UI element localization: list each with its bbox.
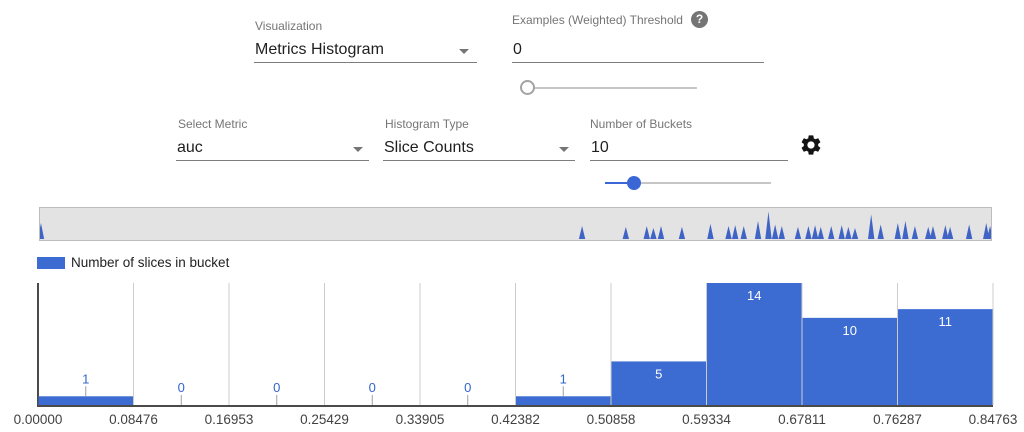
dropdown-arrow-icon xyxy=(559,147,569,152)
x-tick-label: 0.08476 xyxy=(109,412,158,427)
metrics-histogram-chart[interactable]: 10000151410110.000000.084760.169530.2542… xyxy=(0,280,1024,432)
density-spike xyxy=(755,221,761,239)
density-spike xyxy=(845,227,851,239)
bar-value-label: 0 xyxy=(464,380,471,395)
density-spike xyxy=(623,227,629,239)
bar-value-label: 14 xyxy=(747,288,761,303)
settings-gear-icon[interactable] xyxy=(799,133,825,159)
density-spike xyxy=(772,225,778,240)
x-tick-label: 0.25429 xyxy=(300,412,349,427)
num-buckets-slider-thumb[interactable] xyxy=(627,176,641,190)
visualization-label: Visualization xyxy=(255,19,322,33)
density-spike xyxy=(912,226,918,239)
density-strip-spikes xyxy=(40,208,991,240)
legend-label: Number of slices in bucket xyxy=(71,255,229,270)
density-spike xyxy=(732,225,738,239)
metrics-histogram-panel: Visualization Metrics Histogram Examples… xyxy=(0,0,1024,432)
bar-value-label: 0 xyxy=(273,380,280,395)
bar-value-label: 0 xyxy=(369,380,376,395)
density-spike xyxy=(818,227,824,239)
density-spike xyxy=(966,225,972,240)
density-spike xyxy=(679,227,685,239)
num-buckets-input[interactable]: 10 xyxy=(590,134,788,161)
density-spike xyxy=(852,228,858,239)
select-metric-label: Select Metric xyxy=(178,117,247,131)
bar-value-label: 0 xyxy=(178,380,185,395)
x-tick-label: 0.42382 xyxy=(491,412,540,427)
visualization-dropdown[interactable]: Metrics Histogram xyxy=(254,36,477,63)
density-spike xyxy=(947,227,953,239)
threshold-input[interactable]: 0 xyxy=(512,36,764,63)
histogram-type-dropdown[interactable]: Slice Counts xyxy=(383,134,575,161)
x-tick-label: 0.76287 xyxy=(873,412,922,427)
density-spike xyxy=(765,211,771,239)
x-tick-label: 0.50858 xyxy=(587,412,636,427)
density-spike xyxy=(895,223,901,239)
density-spike xyxy=(579,226,585,239)
density-spike xyxy=(779,226,785,239)
density-spike xyxy=(930,226,936,239)
histogram-bar[interactable] xyxy=(39,396,134,405)
bar-value-label: 1 xyxy=(560,371,567,386)
x-tick-label: 0.00000 xyxy=(14,412,63,427)
density-spike xyxy=(707,224,713,239)
density-spike xyxy=(741,226,747,239)
density-spike xyxy=(828,226,834,239)
density-spike xyxy=(725,226,731,239)
x-tick-label: 0.33905 xyxy=(396,412,445,427)
threshold-label: Examples (Weighted) Threshold xyxy=(512,13,683,27)
density-spike xyxy=(812,225,818,239)
density-spike xyxy=(644,226,650,239)
density-spike xyxy=(902,221,908,239)
density-spike xyxy=(838,225,844,239)
x-tick-label: 0.84763 xyxy=(969,412,1018,427)
select-metric-dropdown[interactable]: auc xyxy=(176,134,369,161)
histogram-type-value: Slice Counts xyxy=(384,139,474,157)
bar-value-label: 11 xyxy=(939,314,953,329)
threshold-slider-track[interactable] xyxy=(527,87,697,89)
density-spike xyxy=(650,228,656,239)
dropdown-arrow-icon xyxy=(459,49,469,54)
legend-swatch-icon xyxy=(37,257,65,269)
threshold-slider-thumb[interactable] xyxy=(520,80,535,95)
visualization-value: Metrics Histogram xyxy=(255,41,384,59)
density-spike xyxy=(40,223,44,239)
x-tick-label: 0.59334 xyxy=(682,412,731,427)
settings-gear-glyph xyxy=(799,133,823,157)
num-buckets-value: 10 xyxy=(591,139,609,157)
x-tick-label: 0.67811 xyxy=(778,412,826,427)
density-spike xyxy=(877,225,883,240)
density-spike xyxy=(868,214,874,239)
x-tick-label: 0.16953 xyxy=(205,412,254,427)
bar-value-label: 1 xyxy=(82,371,89,386)
density-spike xyxy=(795,227,801,239)
histogram-bar[interactable] xyxy=(516,396,611,405)
density-spike xyxy=(805,226,811,239)
num-buckets-label: Number of Buckets xyxy=(590,117,692,131)
density-strip[interactable] xyxy=(39,207,992,241)
help-icon[interactable]: ? xyxy=(691,11,708,28)
threshold-value: 0 xyxy=(513,41,522,59)
bar-value-label: 10 xyxy=(843,323,857,338)
bar-value-label: 5 xyxy=(655,366,662,381)
dropdown-arrow-icon xyxy=(353,147,363,152)
density-spike xyxy=(658,226,664,239)
histogram-type-label: Histogram Type xyxy=(385,117,469,131)
select-metric-value: auc xyxy=(177,139,203,157)
